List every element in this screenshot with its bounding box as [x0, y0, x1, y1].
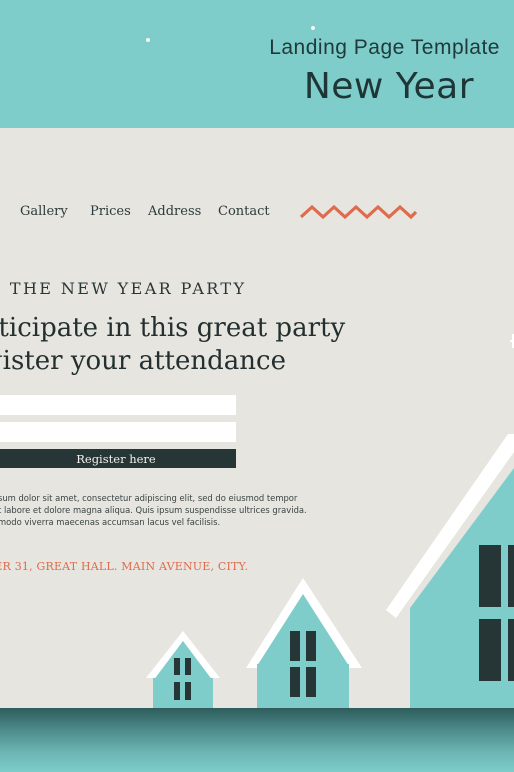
- small-house: [146, 631, 220, 708]
- landing-page-mockup: Gallery Prices Address Contact N THE NEW…: [0, 128, 514, 708]
- sparkle-icon: [510, 334, 514, 348]
- large-house: [386, 434, 514, 708]
- medium-house: [246, 578, 362, 708]
- houses-illustration: [146, 334, 514, 708]
- page-shadow: [0, 708, 514, 772]
- template-title: New Year: [303, 66, 474, 107]
- sky-dot: [146, 38, 150, 42]
- sky-dot: [311, 26, 315, 30]
- template-subtitle: Landing Page Template: [269, 36, 500, 59]
